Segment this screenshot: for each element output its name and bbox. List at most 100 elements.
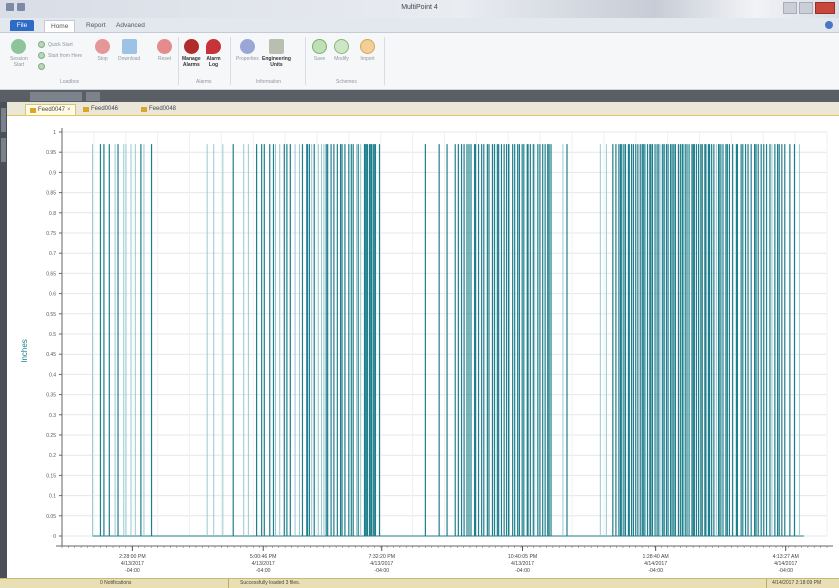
y-tick-label: 0.65 [46,271,56,277]
maximize-button[interactable] [799,2,813,14]
tab-advanced[interactable]: Advanced [110,20,151,31]
window-title: MultiPoint 4 [401,4,438,11]
x-tick-label: 2:28:00 PM [119,554,146,560]
alarm-icon [183,39,199,54]
y-tick-label: 0.15 [46,473,56,479]
side-panel-tab[interactable] [1,138,6,162]
x-tick-label: 5:00:46 PM [250,554,277,560]
file-icon [30,107,36,113]
x-tick-label: -04:00 [125,568,140,574]
tab-report[interactable]: Report [80,20,112,31]
help-icon[interactable] [825,21,833,29]
y-tick-label: 0.2 [49,453,56,459]
close-tab-icon[interactable]: × [67,105,71,115]
x-tick-label: 1:28:40 AM [643,554,669,560]
save-scheme-button[interactable]: Save [312,39,327,62]
file-tab-feed0046[interactable]: Feed0046 [79,104,122,114]
import-scheme-button[interactable]: Import [360,39,375,62]
status-message: Successfully loaded 3 files. [240,580,301,586]
x-tick-label: 4/13/2017 [370,561,393,567]
y-tick-label: 0.25 [46,433,56,439]
x-tick-label: -04:00 [648,568,663,574]
y-tick-label: 0.3 [49,413,56,419]
file-icon [141,106,147,112]
x-tick-label: 10:40:05 PM [508,554,537,560]
resume-button[interactable] [38,63,48,70]
reset-button[interactable]: Reset [157,39,172,62]
modify-scheme-button[interactable]: Modify [334,39,349,62]
document-tab[interactable] [30,92,82,101]
window-titlebar: MultiPoint 4 [0,0,839,18]
chart-grid [61,131,828,537]
manage-alarms-button[interactable]: Manage Alarms [182,39,201,68]
play-icon [11,39,27,54]
document-bar [0,90,839,102]
y-tick-label: 1 [53,130,56,136]
y-tick-label: 0.35 [46,393,56,399]
y-axis-label: Inches [20,339,29,363]
status-datetime: 4/14/2017 2:18:09 PM [772,580,822,586]
y-tick-label: 0.55 [46,312,56,318]
close-button[interactable] [815,2,835,14]
properties-button[interactable]: Properties [236,39,259,62]
y-tick-label: 0.7 [49,251,56,257]
engineering-units-button[interactable]: Engineering Units [262,39,291,68]
chart-panel: 0 0.05 0.1 0.15 0.2 0.25 0.3 0.35 0.4 0.45 0.5 0.55… [7,116,839,578]
y-tick-label: 0.95 [46,150,56,156]
import-icon [360,39,375,54]
save-icon [312,39,327,54]
alarm-log-button[interactable]: Alarm Log [206,39,221,68]
x-tick-label: -04:00 [778,568,793,574]
window-controls [783,2,835,14]
resume-icon [38,63,45,70]
reset-icon [157,39,172,54]
x-tick-label: 4/13/2017 [121,561,144,567]
edit-icon [334,39,349,54]
y-tick-label: 0.45 [46,352,56,358]
minimize-button[interactable] [783,2,797,14]
pulse-chart[interactable]: 0 0.05 0.1 0.15 0.2 0.25 0.3 0.35 0.4 0.45 0.5 0.55… [7,116,839,578]
side-panel-tab[interactable] [1,108,6,132]
y-tick-label: 0.85 [46,191,56,197]
x-tick-label: 4/14/2017 [644,561,667,567]
y-tick-label: 0.4 [49,372,56,378]
y-tick-label: 0.05 [46,514,56,520]
download-button[interactable]: Download [118,39,140,62]
info-icon [239,39,255,54]
side-panel-strip [0,102,7,580]
group-separator [384,37,385,85]
x-tick-label: -04:00 [374,568,389,574]
quick-start-icon [38,41,45,48]
download-icon [121,39,137,54]
quick-start-button[interactable]: Quick Start [38,41,73,48]
session-start-button[interactable]: Session Start [10,39,28,68]
y-tick-label: 0.75 [46,231,56,237]
notifications-status[interactable]: 0 Notifications [100,580,131,586]
start-icon [38,52,45,59]
chart-bars [92,144,805,537]
stop-button[interactable]: Stop [95,39,110,62]
group-label-schemes: Schemes [336,79,357,85]
group-label-information: Information [256,79,282,85]
group-label-alarms: Alarms [196,79,212,85]
file-tabs: Feed0047 × Feed0046 Feed0048 [7,102,839,117]
units-icon [268,39,284,54]
y-tick-label: 0.9 [49,170,56,176]
y-tick-label: 0.1 [49,494,56,500]
group-separator [305,37,306,85]
x-tick-label: 7:32:20 PM [369,554,396,560]
x-tick-label: 4:13:27 AM [773,554,799,560]
x-tick-label: 4/13/2017 [511,561,534,567]
alarm-log-icon [206,39,221,54]
y-tick-label: 0.8 [49,211,56,217]
group-separator [178,37,179,85]
group-label-loadbox: Loadbox [60,79,80,85]
start-from-here-button[interactable]: Start from Here [38,52,82,59]
y-tick-label: 0.6 [49,292,56,298]
file-icon [83,106,89,112]
tab-home[interactable]: Home [44,20,76,32]
document-tab[interactable] [86,92,100,101]
file-tab-feed0048[interactable]: Feed0048 [137,104,180,114]
file-tab-feed0047[interactable]: Feed0047 × [25,104,76,115]
tab-file[interactable]: File [10,20,34,31]
